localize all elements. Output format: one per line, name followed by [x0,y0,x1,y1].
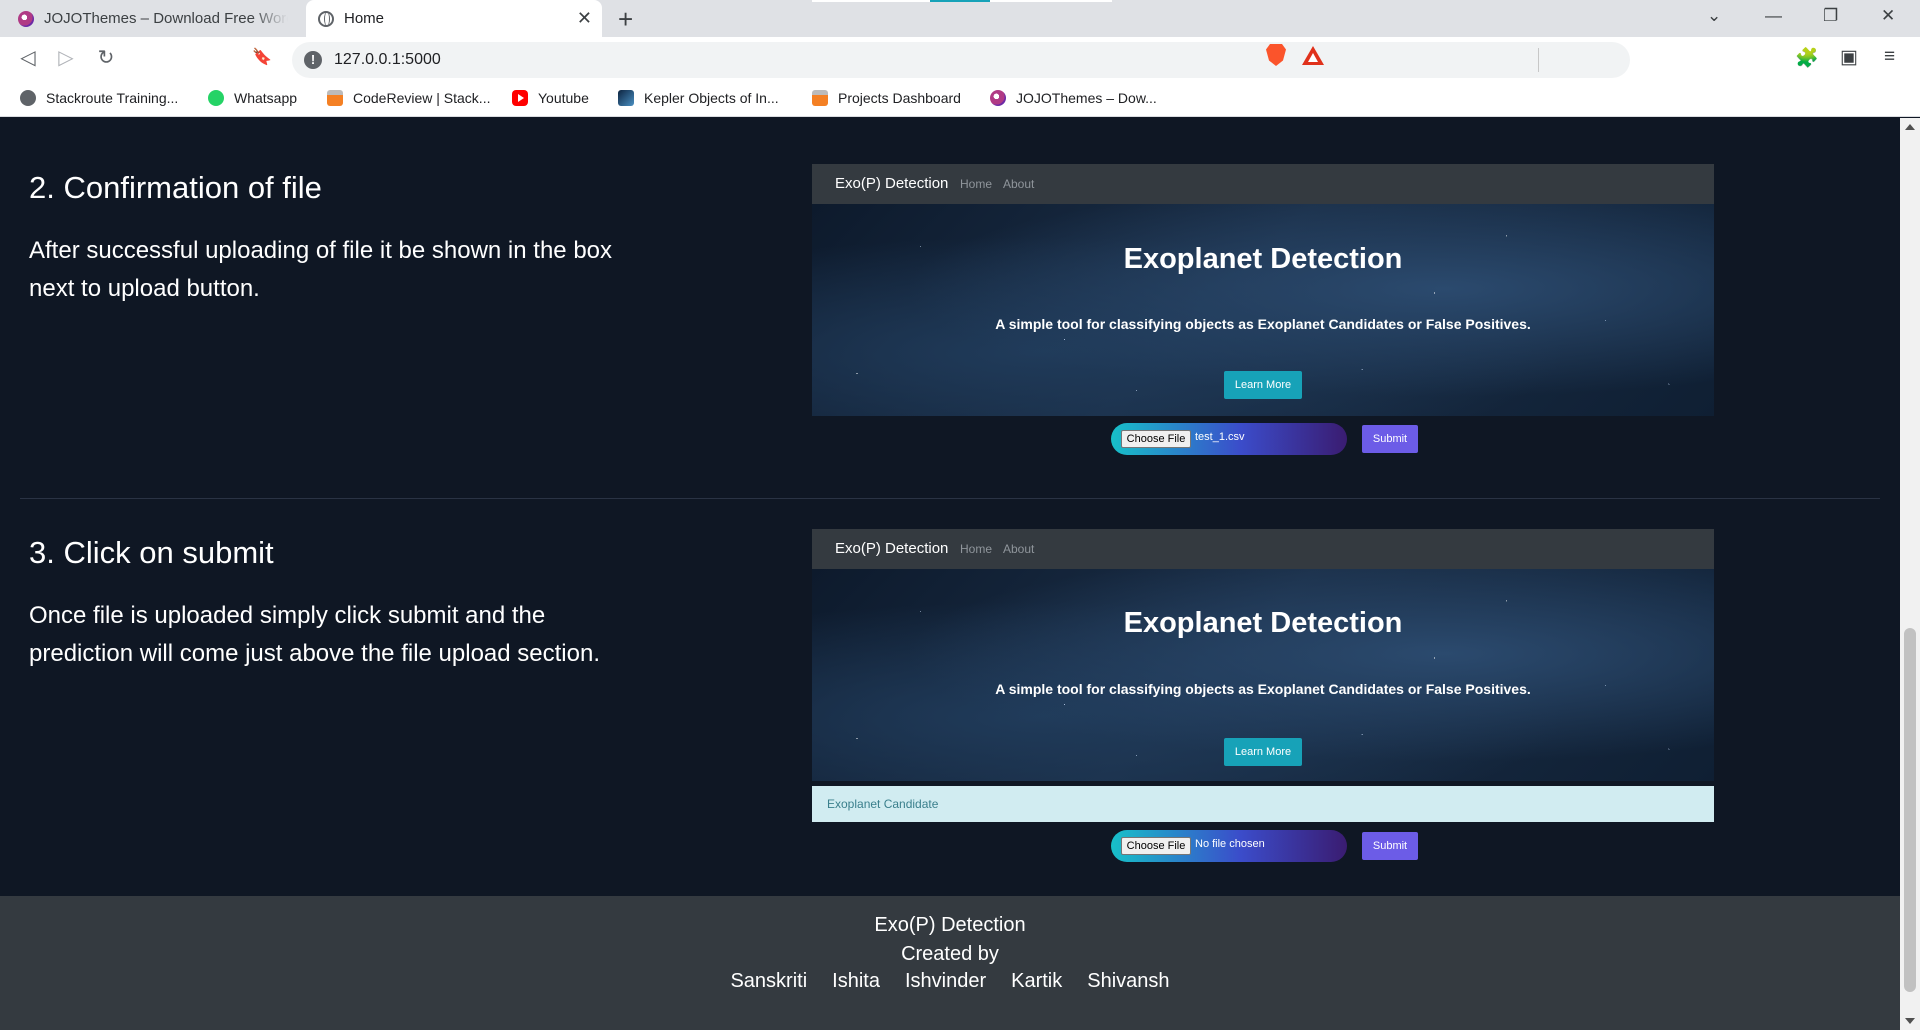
mock-submit-button: Submit [1362,425,1418,453]
bookmark-label: Projects Dashboard [838,90,961,106]
back-icon[interactable]: ◁ [14,45,42,70]
stackoverflow-icon [327,90,343,106]
tab-title: Home [344,10,385,27]
footer-title: Exo(P) Detection [874,914,1026,936]
mock-result-alert: Exoplanet Candidate [812,786,1714,822]
bookmark-label: JOJOThemes – Dow... [1016,90,1157,106]
mock-submit-button: Submit [1362,832,1418,860]
bookmark-label: Kepler Objects of In... [644,90,779,106]
bookmark-label: Youtube [538,90,589,106]
tab-title: JOJOThemes – Download Free WordPress [44,10,288,27]
step-description: After successful uploading of file it be… [29,237,613,302]
bookmark-stackroute[interactable]: Stackroute Training... [20,90,178,106]
mock-hero-title: Exoplanet Detection [1123,607,1403,639]
mock-hero: Exoplanet Detection A simple tool for cl… [812,569,1714,781]
site-info-icon[interactable]: ! [304,51,322,69]
mock-nav-home: Home [960,542,993,556]
step-heading: 2. Confirmation of file [29,170,322,205]
browser-toolbar: ◁ ▷ ↻ 🔖 ! 127.0.0.1:5000 🧩 ▣ ≡ [0,37,1920,83]
page-content: 2. Confirmation of file After successful… [0,118,1900,1030]
section-divider [20,498,1880,499]
address-bar[interactable]: ! 127.0.0.1:5000 [292,42,1630,78]
minimize-button[interactable]: — [1765,6,1782,26]
mock-learn-more-button: Learn More [1224,371,1302,399]
address-divider [1538,48,1539,72]
bookmark-youtube[interactable]: Youtube [512,90,589,106]
bookmarks-bar: Stackroute Training... Whatsapp CodeRevi… [0,83,1920,117]
bookmark-label: Stackroute Training... [46,90,179,106]
whatsapp-icon [208,90,224,106]
stackoverflow-icon [812,90,828,106]
mock-file-input: Choose File No file chosen [1111,830,1347,862]
bookmark-kepler[interactable]: Kepler Objects of In... [618,90,779,106]
mock-choose-file-button: Choose File [1121,837,1191,855]
author-name: Shivansh [1087,970,1170,992]
forward-icon[interactable]: ▷ [52,45,80,70]
page-footer: Exo(P) Detection Created by Sanskriti Is… [0,896,1900,1030]
globe-icon [318,10,334,27]
brave-rewards-icon[interactable] [1302,46,1324,65]
bookmark-icon[interactable]: 🔖 [248,47,276,67]
mock-file-input: Choose File test_1.csv [1111,423,1347,455]
footer-created-by: Created by [901,943,999,965]
mock-navbar: Exo(P) Detection Home About [812,164,1714,204]
tab-search-icon[interactable]: ⌄ [1707,6,1721,26]
browser-tab-bar: JOJOThemes – Download Free WordPress Hom… [0,0,1920,37]
reload-icon[interactable]: ↻ [92,45,120,70]
close-tab-icon[interactable]: ✕ [577,8,592,29]
tab-home[interactable]: Home ✕ [306,0,602,37]
youtube-icon [512,90,528,106]
step-screenshot: Exo(P) Detection Home About Exoplanet De… [812,529,1714,869]
mock-hero-subtitle: A simple tool for classifying objects as… [995,681,1531,697]
bookmark-label: Whatsapp [234,90,298,106]
author-name: Kartik [1011,970,1063,992]
mock-choose-file-button: Choose File [1121,430,1191,448]
step-screenshot: Exo(P) Detection Home About Exoplanet De… [812,164,1714,464]
footer-authors: Sanskriti Ishita Ishvinder Kartik Shivan… [0,970,1900,993]
step-heading: 3. Click on submit [29,535,274,570]
bookmark-projects-dashboard[interactable]: Projects Dashboard [812,90,961,106]
tab-jojothemes[interactable]: JOJOThemes – Download Free WordPress [6,0,300,37]
scroll-up-icon[interactable] [1905,124,1915,130]
bookmark-label: CodeReview | Stack... [353,90,491,106]
restore-button[interactable]: ❐ [1823,6,1838,26]
mock-hero-title: Exoplanet Detection [1123,243,1403,275]
close-window-button[interactable]: ✕ [1881,6,1895,26]
author-name: Sanskriti [730,970,808,992]
mock-hero: Exoplanet Detection A simple tool for cl… [812,204,1714,416]
mock-file-name: No file chosen [1195,838,1265,850]
bookmark-whatsapp[interactable]: Whatsapp [208,90,297,106]
step-description: Once file is uploaded simply click submi… [29,602,600,667]
jojothemes-icon [18,10,34,27]
mock-nav-about: About [1003,542,1035,556]
stackroute-icon [20,90,36,106]
mock-hero-subtitle: A simple tool for classifying objects as… [995,316,1531,332]
bookmark-codereview[interactable]: CodeReview | Stack... [327,90,490,106]
mock-learn-more-button: Learn More [1224,738,1302,766]
mock-nav-about: About [1003,177,1035,191]
mock-brand: Exo(P) Detection [835,175,949,192]
new-tab-button[interactable]: + [618,4,633,35]
mock-brand: Exo(P) Detection [835,540,949,557]
scroll-down-icon[interactable] [1905,1018,1915,1024]
scrollbar-thumb[interactable] [1904,628,1916,992]
jojothemes-icon [990,90,1006,106]
mock-file-name: test_1.csv [1195,431,1245,443]
author-name: Ishvinder [904,970,987,992]
tab-strip-indicator [812,0,1112,2]
menu-icon[interactable]: ≡ [1884,46,1895,68]
author-name: Ishita [832,970,880,992]
kepler-icon [618,90,634,106]
extensions-icon[interactable]: 🧩 [1795,46,1819,70]
wallet-icon[interactable]: ▣ [1840,46,1858,69]
bookmark-jojothemes[interactable]: JOJOThemes – Dow... [990,90,1157,106]
mock-navbar: Exo(P) Detection Home About [812,529,1714,569]
url-text[interactable]: 127.0.0.1:5000 [334,51,441,69]
mock-nav-home: Home [960,177,993,191]
page-scrollbar[interactable] [1900,118,1920,1030]
